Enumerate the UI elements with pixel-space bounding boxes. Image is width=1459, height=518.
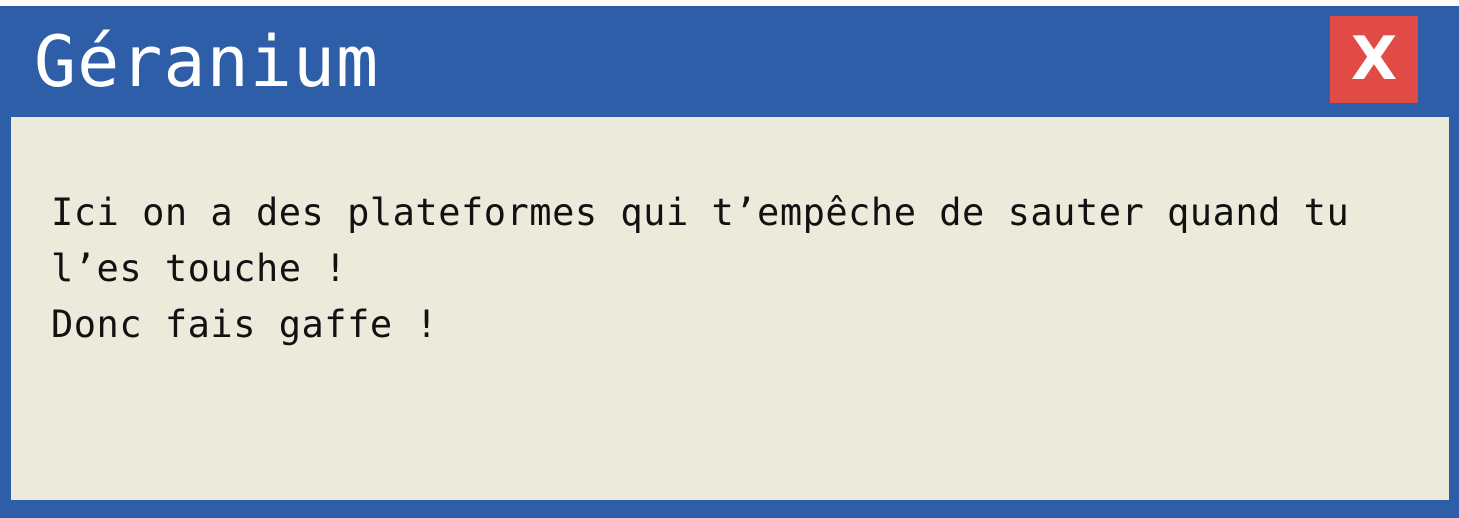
dialog-title: Géranium — [34, 21, 380, 103]
message-line-1: Ici on a des plateformes qui t’empêche d… — [51, 191, 1350, 234]
message-line-3: Donc fais gaffe ! — [51, 303, 439, 346]
close-button[interactable]: X — [1330, 16, 1418, 103]
close-icon: X — [1350, 24, 1398, 94]
message-line-2: l’es touche ! — [51, 247, 348, 290]
dialog-content: Ici on a des plateformes qui t’empêche d… — [11, 117, 1449, 500]
dialog-window: Géranium X Ici on a des plateformes qui … — [0, 6, 1459, 518]
